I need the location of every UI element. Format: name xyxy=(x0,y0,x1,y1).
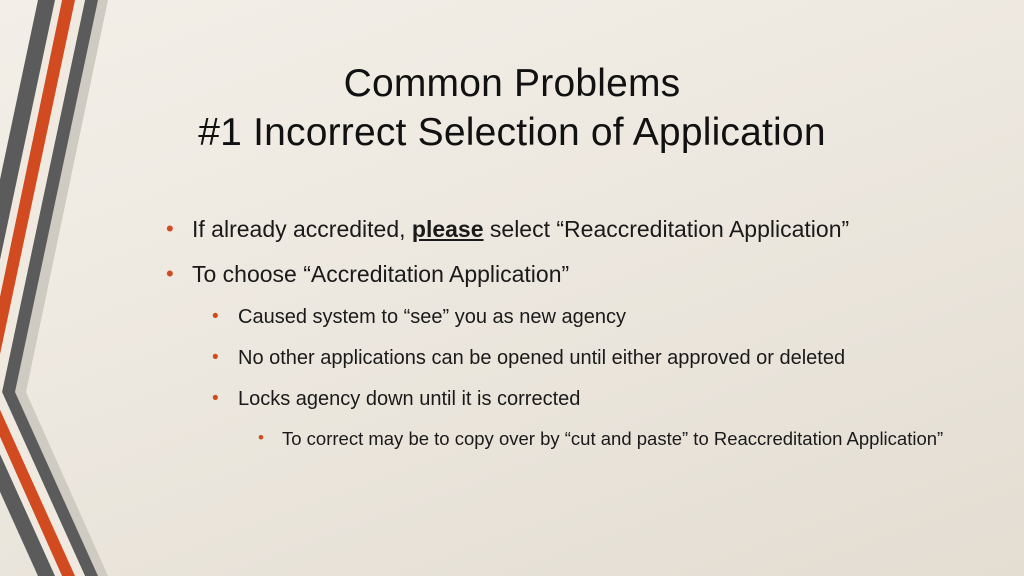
title-line-2: #1 Incorrect Selection of Application xyxy=(198,111,825,154)
list-item: To correct may be to copy over by “cut a… xyxy=(258,427,964,452)
list-item: If already accredited, please select “Re… xyxy=(166,214,964,245)
slide-content: Common Problems #1 Incorrect Selection o… xyxy=(0,0,1024,576)
bullet-emphasis: please xyxy=(412,216,484,242)
list-item: To choose “Accreditation Application” Ca… xyxy=(166,259,964,452)
bullet-text: select “Reaccreditation Application” xyxy=(484,216,850,242)
bullet-text: Locks agency down until it is corrected xyxy=(238,388,580,410)
list-item: Locks agency down until it is corrected … xyxy=(212,386,964,452)
slide-title: Common Problems #1 Incorrect Selection o… xyxy=(60,60,964,158)
title-line-1: Common Problems xyxy=(344,62,681,105)
bullet-text: To correct may be to copy over by “cut a… xyxy=(282,428,943,449)
bullet-text: Caused system to “see” you as new agency xyxy=(238,306,626,328)
bullet-text: No other applications can be opened unti… xyxy=(238,347,845,369)
list-item: No other applications can be opened unti… xyxy=(212,345,964,372)
list-item: Caused system to “see” you as new agency xyxy=(212,304,964,331)
bullet-text: If already accredited, xyxy=(192,216,412,242)
slide-body: If already accredited, please select “Re… xyxy=(166,214,964,452)
bullet-text: To choose “Accreditation Application” xyxy=(192,261,569,287)
